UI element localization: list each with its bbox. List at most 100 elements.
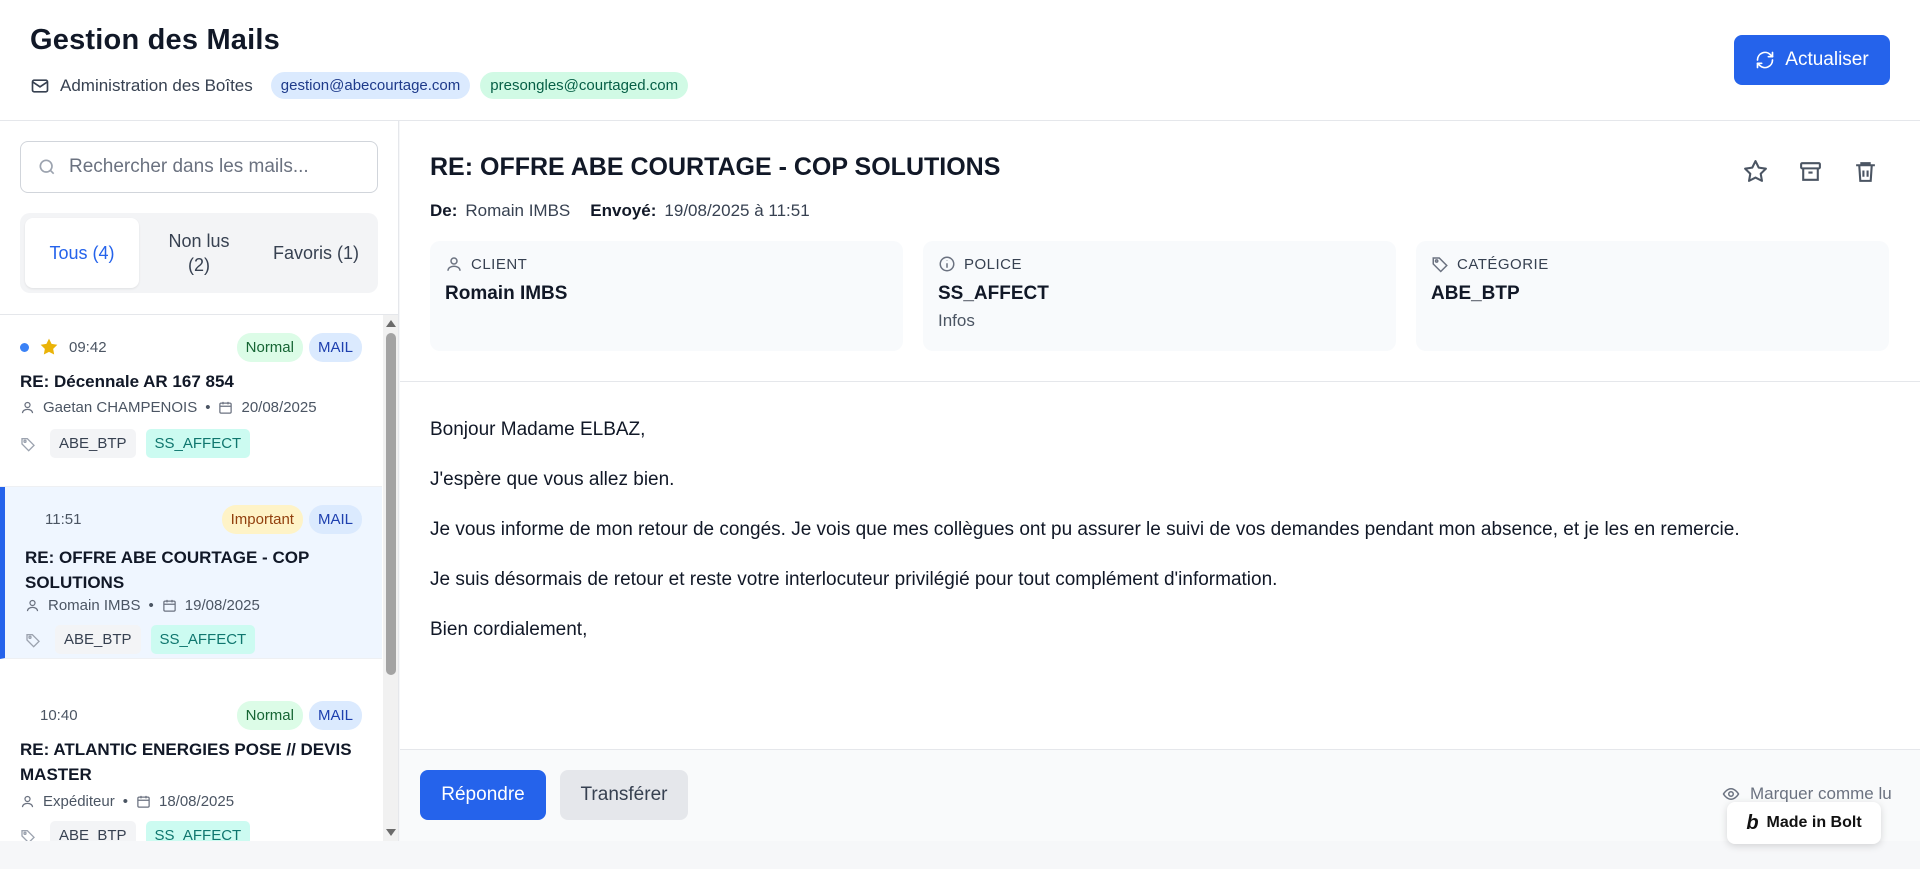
calendar-icon [219, 401, 233, 414]
police-tag: SS_AFFECT [150, 625, 256, 654]
category-tag: ABE_BTP [50, 429, 136, 458]
police-value: SS_AFFECT [938, 283, 1049, 304]
from-label: De: [430, 201, 458, 220]
bolt-label: Made in Bolt [1766, 814, 1862, 831]
mail-sidebar: Tous (4) Non lus(2) Favoris (1) 09:42 No… [0, 121, 399, 841]
mail-list-item[interactable]: 10:40 Normal MAIL RE: ATLANTIC ENERGIES … [0, 683, 382, 841]
star-filled-icon[interactable] [39, 337, 59, 357]
subtitle: Administration des Boîtes [60, 75, 253, 95]
tab-all[interactable]: Tous (4) [25, 218, 139, 288]
tab-unread[interactable]: Non lus (2) [142, 218, 256, 288]
priority-badge: Normal [236, 332, 303, 362]
tag-icon [21, 829, 35, 841]
type-badge: MAIL [308, 700, 362, 730]
mail-time: 09:42 [69, 338, 107, 356]
priority-badge: Important [221, 504, 303, 534]
mail-list-item-selected[interactable]: 11:51 Important MAIL RE: OFFRE ABE COURT… [0, 487, 382, 659]
made-in-bolt-badge[interactable]: b Made in Bolt [1727, 802, 1881, 844]
type-badge: MAIL [308, 332, 362, 362]
card-label: POLICE [964, 255, 1023, 273]
from-value: Romain IMBS [465, 201, 571, 220]
mailbox-pill[interactable]: presongles@courtaged.com [480, 72, 689, 99]
priority-badge: Normal [236, 700, 303, 730]
category-value: ABE_BTP [1431, 283, 1520, 304]
mail-date: 19/08/2025 [184, 597, 260, 614]
trash-icon[interactable] [1853, 159, 1878, 184]
mail-sender: Romain IMBS [48, 597, 141, 614]
app-title: Gestion des Mails [30, 24, 280, 56]
divider [400, 381, 1920, 382]
star-icon[interactable] [1743, 159, 1768, 184]
search-input[interactable] [69, 156, 359, 178]
detail-actions [1743, 159, 1878, 184]
mail-subject: RE: ATLANTIC ENERGIES POSE // DEVIS MAST… [20, 740, 352, 784]
police-sub: Infos [938, 311, 975, 330]
card-label: CATÉGORIE [1457, 255, 1549, 273]
info-cards: CLIENT Romain IMBS POLICE SS_AFFECT Info… [430, 241, 1889, 351]
detail-subject: RE: OFFRE ABE COURTAGE - COP SOLUTIONS [430, 153, 1001, 181]
forward-button[interactable]: Transférer [560, 770, 688, 820]
reply-button[interactable]: Répondre [420, 770, 546, 820]
mail-subject: RE: OFFRE ABE COURTAGE - COP SOLUTIONS [25, 548, 309, 592]
mail-detail: RE: OFFRE ABE COURTAGE - COP SOLUTIONS D… [400, 121, 1920, 841]
archive-icon[interactable] [1798, 159, 1823, 184]
meta-separator: • [122, 793, 128, 810]
body-paragraph: Bien cordialement, [430, 619, 588, 640]
tab-favorites[interactable]: Favoris (1) [259, 218, 373, 288]
tag-icon [26, 633, 40, 648]
scroll-down-arrow[interactable] [386, 829, 396, 836]
user-icon [21, 401, 34, 414]
eye-icon [1722, 787, 1740, 801]
mail-body: Bonjour Madame ELBAZ, J'espère que vous … [430, 417, 1890, 667]
mark-read-label: Marquer comme lu [1750, 784, 1892, 803]
card-label: CLIENT [471, 255, 528, 273]
sent-value: 19/08/2025 à 11:51 [664, 201, 810, 220]
unread-dot [20, 342, 29, 352]
body-paragraph: Bonjour Madame ELBAZ, [430, 419, 646, 440]
mail-date: 20/08/2025 [241, 399, 317, 416]
body-paragraph: J'espère que vous allez bien. [430, 469, 675, 490]
mail-list-scrollbar[interactable] [383, 315, 398, 841]
body-paragraph: Je vous informe de mon retour de congés.… [430, 519, 1740, 540]
scroll-thumb[interactable] [386, 333, 396, 675]
mail-sender: Expéditeur [43, 793, 115, 810]
mailbox-row: Administration des Boîtes gestion@abecou… [30, 72, 689, 99]
search-icon [39, 159, 55, 175]
scroll-up-arrow[interactable] [386, 320, 396, 327]
refresh-label: Actualiser [1785, 49, 1869, 70]
mail-subject: RE: Décennale AR 167 854 [20, 372, 234, 391]
meta-separator: • [205, 399, 211, 416]
mail-list-item[interactable]: 09:42 Normal MAIL RE: Décennale AR 167 8… [0, 315, 382, 487]
app-header: Gestion des Mails Administration des Boî… [0, 0, 1920, 121]
mark-read-button[interactable]: Marquer comme lu [1722, 784, 1892, 804]
calendar-icon [137, 795, 150, 808]
bolt-logo-icon: b [1746, 811, 1759, 834]
meta-separator: • [148, 597, 154, 614]
body-paragraph: Je suis désormais de retour et reste vot… [430, 569, 1278, 590]
info-icon [939, 256, 955, 272]
client-value: Romain IMBS [445, 283, 568, 304]
police-card: POLICE SS_AFFECT Infos [923, 241, 1396, 351]
mail-time: 10:40 [40, 706, 78, 724]
search-box[interactable] [20, 141, 378, 193]
category-tag: ABE_BTP [55, 625, 141, 654]
user-icon [26, 599, 39, 612]
police-tag: SS_AFFECT [145, 429, 251, 458]
mail-icon [31, 78, 49, 93]
category-tag: ABE_BTP [50, 821, 136, 841]
type-badge: MAIL [308, 504, 362, 534]
refresh-button[interactable]: Actualiser [1734, 35, 1890, 85]
mail-date: 18/08/2025 [158, 793, 235, 810]
refresh-icon [1756, 51, 1774, 69]
mailbox-pill[interactable]: gestion@abecourtage.com [270, 72, 471, 99]
user-icon [21, 795, 34, 808]
mail-time: 11:51 [45, 510, 82, 528]
category-card: CATÉGORIE ABE_BTP [1416, 241, 1889, 351]
mail-list: 09:42 Normal MAIL RE: Décennale AR 167 8… [0, 315, 382, 841]
detail-meta: De: Romain IMBS Envoyé: 19/08/2025 à 11:… [430, 201, 810, 221]
calendar-icon [163, 599, 176, 612]
client-card: CLIENT Romain IMBS [430, 241, 903, 351]
tag-icon [1432, 257, 1448, 273]
mail-sender: Gaetan CHAMPENOIS [43, 399, 198, 416]
sent-label: Envoyé: [590, 201, 657, 220]
